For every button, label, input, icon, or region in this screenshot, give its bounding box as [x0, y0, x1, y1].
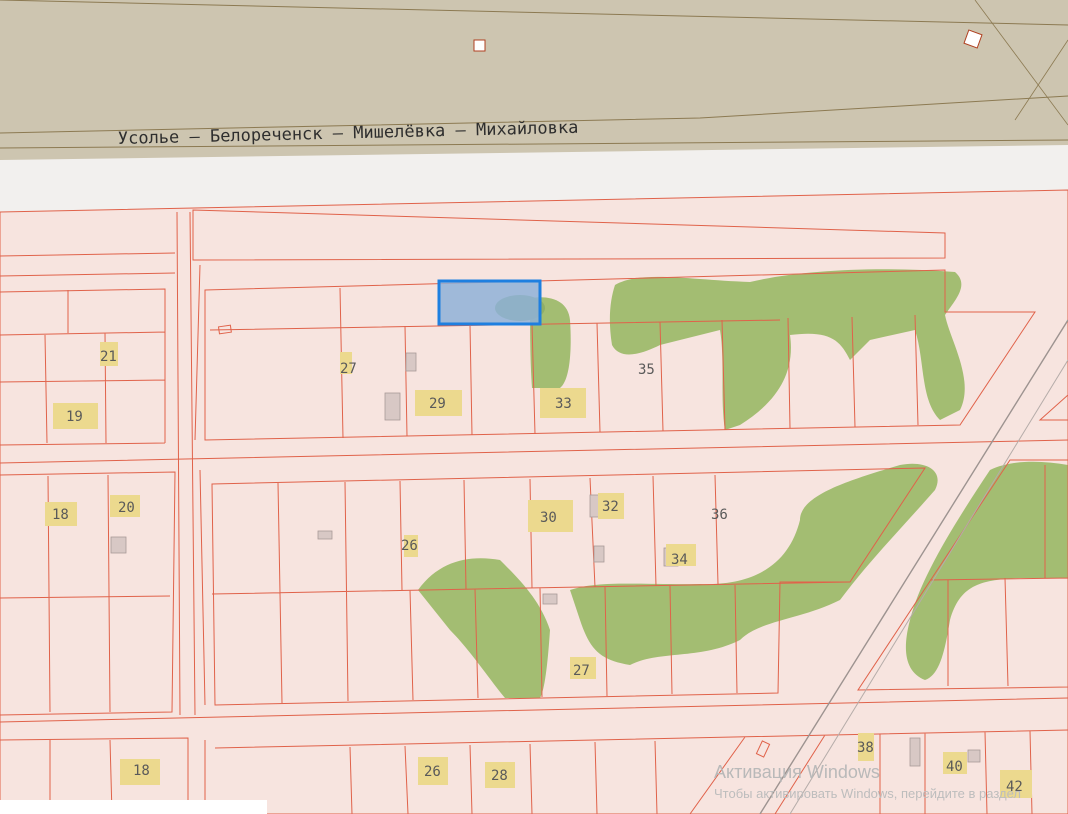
house-number: 38 [857, 740, 874, 756]
house-number: 30 [540, 510, 557, 526]
house-number: 27 [340, 361, 357, 377]
house-number: 34 [671, 552, 688, 568]
house-number: 29 [429, 396, 446, 412]
house-number: 33 [555, 396, 572, 412]
house-number: 19 [66, 409, 83, 425]
house-number: 32 [602, 499, 619, 515]
selected-parcel[interactable] [437, 279, 542, 326]
cadastral-map[interactable]: Усолье — Белореченск — Мишелёвка — Михай… [0, 0, 1068, 814]
map-marker-square [473, 39, 486, 52]
house-number: 26 [424, 764, 441, 780]
house-number: 40 [946, 759, 963, 775]
house-number: 27 [573, 663, 590, 679]
house-number: 36 [711, 507, 728, 523]
house-number: 18 [52, 507, 69, 523]
house-number: 35 [638, 362, 655, 378]
house-number: 20 [118, 500, 135, 516]
house-number: 28 [491, 768, 508, 784]
house-number: 26 [401, 538, 418, 554]
watermark-subtitle: Чтобы активировать Windows, перейдите в … [714, 786, 1021, 801]
map-overlay-panel [0, 800, 267, 814]
house-number: 18 [133, 763, 150, 779]
house-number: 21 [100, 349, 117, 365]
watermark-title: Активация Windows [714, 762, 880, 782]
